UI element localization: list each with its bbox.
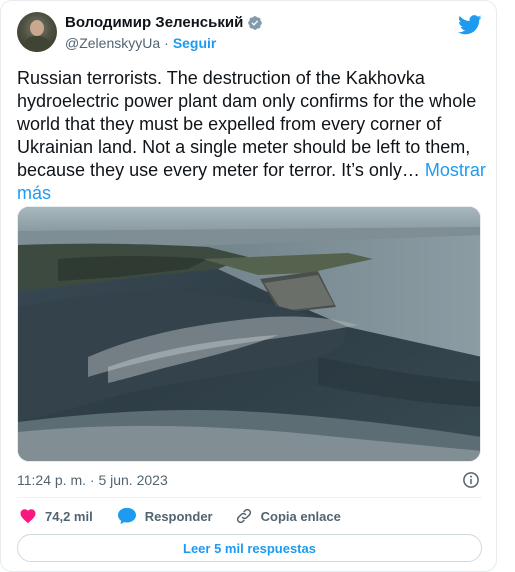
verified-badge-icon <box>248 15 263 30</box>
dam-flood-photo <box>18 207 480 461</box>
link-icon <box>236 508 251 524</box>
divider <box>17 497 482 498</box>
like-button[interactable]: 74,2 mil <box>19 507 93 525</box>
tweet-body: Russian terrorists. The destruction of t… <box>17 68 477 180</box>
avatar[interactable] <box>17 12 57 52</box>
info-icon[interactable] <box>462 471 480 489</box>
tweet-text: Russian terrorists. The destruction of t… <box>17 67 492 205</box>
avatar-face <box>30 20 44 36</box>
reply-label: Responder <box>144 508 213 524</box>
tweet-media-video[interactable] <box>17 206 481 462</box>
twitter-bird-icon[interactable] <box>458 15 482 35</box>
tweet-timestamp[interactable]: 11:24 p. m. · 5 jun. 2023 <box>17 472 168 488</box>
author-display-name[interactable]: Володимир Зеленський <box>65 14 243 31</box>
separator-dot: · <box>164 35 169 51</box>
action-bar: 74,2 mil Responder Copia enlace <box>19 506 341 526</box>
like-count: 74,2 mil <box>45 508 93 524</box>
heart-icon <box>20 509 36 524</box>
reply-button[interactable]: Responder <box>117 507 213 525</box>
speech-bubble-icon <box>117 507 136 525</box>
copy-link-label: Copia enlace <box>260 508 341 524</box>
tweet-card: Володимир Зеленський @ZelenskyyUa · Segu… <box>0 0 497 572</box>
author-name-row: Володимир Зеленський <box>65 14 263 31</box>
copy-link-button[interactable]: Copia enlace <box>235 507 341 525</box>
author-handle[interactable]: @ZelenskyyUa <box>65 35 160 51</box>
avatar-shirt <box>23 36 51 52</box>
read-replies-button[interactable]: Leer 5 mil respuestas <box>17 534 482 562</box>
author-handle-row: @ZelenskyyUa · Seguir <box>65 35 216 51</box>
follow-button[interactable]: Seguir <box>173 35 217 51</box>
